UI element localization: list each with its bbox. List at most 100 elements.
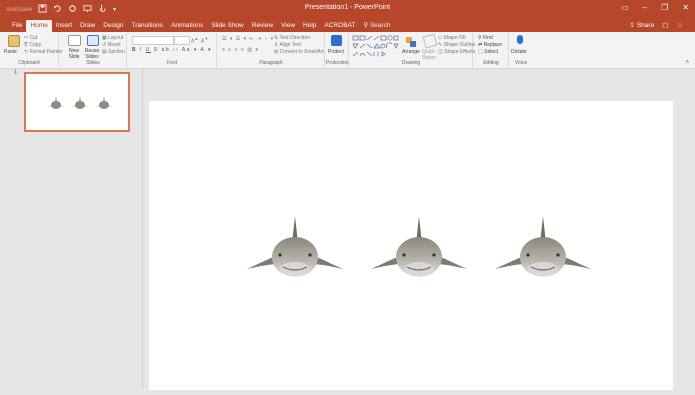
share-icon: ⇪ <box>629 22 636 29</box>
voice-group: Dictate Voice <box>510 33 532 67</box>
search-icon: ⚲ <box>363 22 369 29</box>
convert-smartart-label: Convert to SmartArt <box>279 49 324 55</box>
drawing-group-label: Drawing <box>401 60 421 66</box>
font-format-buttons[interactable]: B I U S ab ‹› Aa ▾ A ▾ <box>132 47 212 53</box>
editing-group-label: Editing <box>483 60 499 66</box>
align-text-label: Align Text <box>279 42 301 48</box>
grow-font-icon[interactable]: A▲ <box>191 36 198 45</box>
share-label: Share <box>636 22 655 29</box>
paragraph-group: ☰ ▾ ☰ ▾ ⇤ ⇥ ↕ ▾ ≡ ≡ ≡ ≡ ▥ ▾ ⇅ Text Direc… <box>218 33 325 67</box>
find-button[interactable]: ⚲ Find <box>478 35 493 41</box>
text-direction-label: Text Direction <box>279 35 310 41</box>
reuse-slides-button[interactable]: Reuse Slides <box>84 48 100 60</box>
slides-group: New Slide Reuse Slides ▦ Layout ↺ Reset … <box>60 33 127 67</box>
slides-group-label: Slides <box>86 60 100 66</box>
layout-button[interactable]: ▦ Layout <box>102 35 123 41</box>
paragraph-group-label: Paragraph <box>259 60 283 66</box>
tab-draw[interactable]: Draw <box>76 20 99 32</box>
tab-insert[interactable]: Insert <box>52 20 76 32</box>
share-area: ⇪ Share ▢ ☺ <box>630 20 683 32</box>
ribbon-display-options-icon[interactable]: ▭ <box>621 3 629 12</box>
protect-button[interactable]: Protect <box>328 49 344 55</box>
smartart-icon: ⊞ <box>274 49 279 55</box>
window-title: Presentation1 - PowerPoint <box>304 4 391 11</box>
arrange-icon <box>405 35 416 47</box>
text-direction-button[interactable]: ⇅ Text Direction <box>274 35 310 41</box>
cut-button[interactable]: ✂ Cut <box>24 35 37 41</box>
protect-icon <box>331 35 342 46</box>
select-button[interactable]: ⬚ Select <box>478 49 498 55</box>
collapse-ribbon-icon[interactable]: ˄ <box>685 60 689 66</box>
shape-outline-button[interactable]: ✎ Shape Outline <box>438 42 475 48</box>
close-icon[interactable]: ✕ <box>682 3 689 12</box>
ribbon: Paste ✂ Cut ⎘ Copy ✎ Format Painter Clip… <box>0 32 695 69</box>
tab-animations[interactable]: Animations <box>167 20 207 32</box>
copy-icon: ⎘ <box>24 42 29 48</box>
shark-image-1[interactable] <box>246 215 344 278</box>
new-slide-button[interactable]: New Slide <box>66 48 82 60</box>
slide-thumbnail[interactable] <box>24 72 130 132</box>
drawing-group: Arrange Quick Styles ◇ Shape Fill ✎ Shap… <box>350 33 475 67</box>
copy-label: Copy <box>29 42 42 48</box>
search-icon: ⚲ <box>478 35 482 41</box>
copy-button[interactable]: ⎘ Copy <box>24 42 41 48</box>
section-button[interactable]: ▤ Section <box>102 49 125 55</box>
window-controls: ▭ – ❐ ✕ <box>621 3 689 12</box>
section-label: Section <box>108 49 125 55</box>
replace-icon: ⇄ <box>478 42 483 48</box>
paste-icon <box>8 35 20 47</box>
arrange-button[interactable]: Arrange <box>402 49 420 55</box>
tell-me-search[interactable]: ⚲ Search <box>359 20 394 32</box>
microphone-icon <box>517 35 523 44</box>
list-buttons[interactable]: ☰ ▾ ☰ ▾ ⇤ ⇥ ↕ ▾ <box>222 36 274 42</box>
reset-icon: ↺ <box>102 42 107 48</box>
protection-group: Protect Protection <box>326 33 349 67</box>
clipboard-group: Paste ✂ Cut ⎘ Copy ✎ Format Painter Clip… <box>0 33 63 67</box>
tab-help[interactable]: Help <box>299 20 320 32</box>
convert-smartart-button[interactable]: ⊞ Convert to SmartArt <box>274 49 324 55</box>
tab-slide-show[interactable]: Slide Show <box>207 20 248 32</box>
shrink-font-icon[interactable]: A▼ <box>201 36 208 45</box>
restore-icon[interactable]: ❐ <box>661 3 668 12</box>
minimize-icon[interactable]: – <box>643 3 647 12</box>
tab-design[interactable]: Design <box>99 20 127 32</box>
replace-button[interactable]: ⇄ Replace <box>478 42 502 48</box>
shapes-gallery[interactable] <box>352 35 400 59</box>
tab-home[interactable]: Home <box>26 20 52 32</box>
dictate-button[interactable]: Dictate <box>511 49 527 55</box>
font-group: A▲ A▼ B I U S ab ‹› Aa ▾ A ▾ Font <box>128 33 217 67</box>
reset-button[interactable]: ↺ Reset <box>102 42 121 48</box>
shape-fill-button[interactable]: ◇ Shape Fill <box>438 35 465 41</box>
share-button[interactable]: ⇪ Share <box>630 20 655 32</box>
editing-group: ⚲ Find ⇄ Replace ⬚ Select Editing <box>474 33 509 67</box>
cut-label: Cut <box>29 35 38 41</box>
tab-file[interactable]: File <box>8 20 26 32</box>
quick-styles-icon <box>422 33 438 49</box>
paste-button[interactable]: Paste <box>4 49 17 55</box>
tab-view[interactable]: View <box>277 20 299 32</box>
font-size-box[interactable] <box>174 36 190 45</box>
font-group-label: Font <box>166 60 177 66</box>
new-slide-icon <box>68 35 81 46</box>
effects-icon: ◫ <box>438 49 443 55</box>
voice-group-label: Voice <box>514 60 528 66</box>
smiley-icon[interactable]: ☺ <box>676 20 683 32</box>
comments-icon[interactable]: ▢ <box>662 20 668 32</box>
tab-transitions[interactable]: Transitions <box>128 20 168 32</box>
format-painter-button[interactable]: ✎ Format Painter <box>24 49 63 55</box>
brush-icon: ✎ <box>24 49 29 55</box>
text-direction-icon: ⇅ <box>274 35 279 41</box>
align-text-icon: ⇕ <box>274 42 279 48</box>
shape-effects-button[interactable]: ◫ Shape Effects <box>438 49 475 55</box>
select-label: Select <box>484 49 499 55</box>
tab-review[interactable]: Review <box>248 20 277 32</box>
replace-label: Replace <box>483 42 502 48</box>
clipboard-group-label: Clipboard <box>18 60 40 66</box>
font-name-box[interactable] <box>132 36 174 45</box>
align-buttons[interactable]: ≡ ≡ ≡ ≡ ▥ ▾ <box>222 47 259 53</box>
align-text-button[interactable]: ⇕ Align Text <box>274 42 301 48</box>
slide-canvas[interactable] <box>149 101 673 390</box>
tab-acrobat[interactable]: ACROBAT <box>320 20 359 32</box>
shark-image-3[interactable] <box>494 215 592 278</box>
shark-image-2[interactable] <box>370 215 468 278</box>
